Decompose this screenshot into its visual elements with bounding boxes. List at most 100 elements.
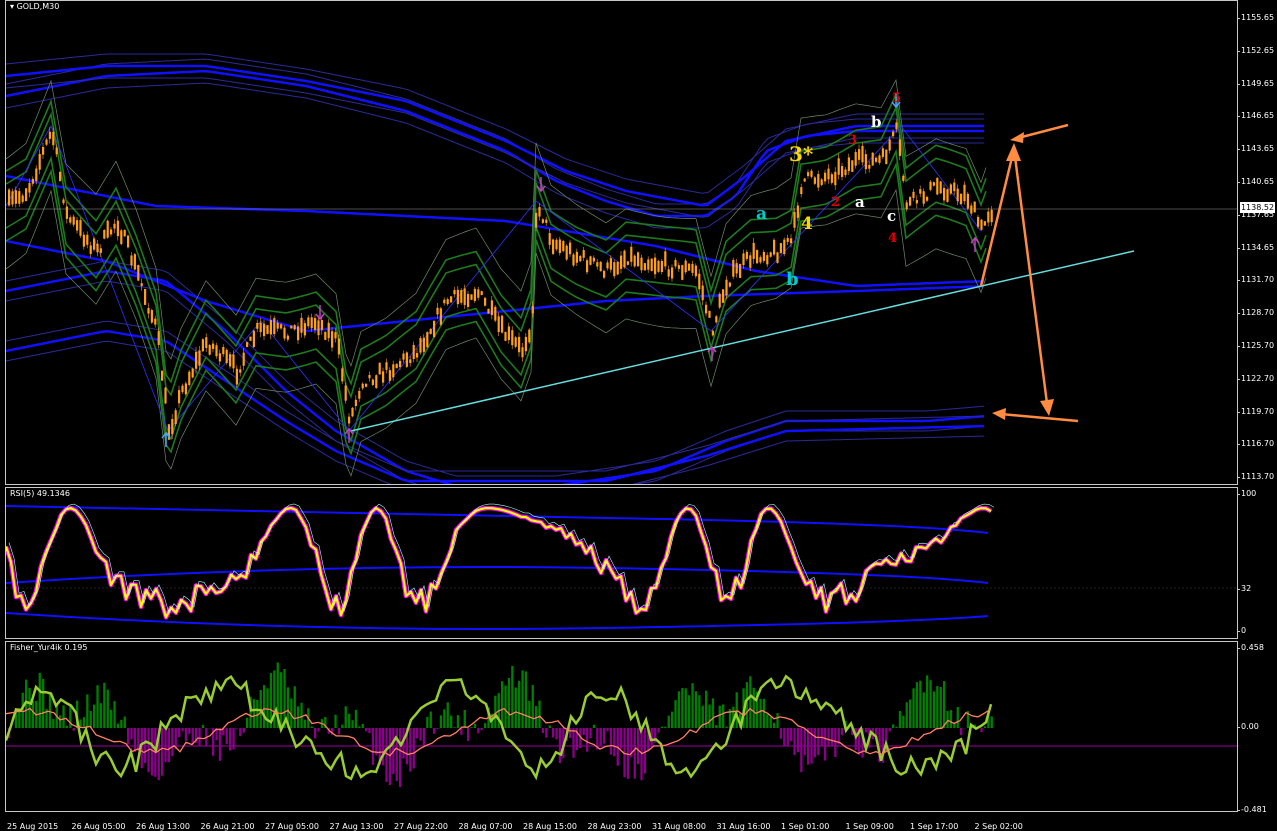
fisher-histogram-bar xyxy=(314,728,316,738)
fisher-histogram-bar xyxy=(841,728,843,735)
fisher-histogram-bar xyxy=(661,727,663,728)
candle-body xyxy=(419,338,421,353)
candle-body xyxy=(117,221,119,236)
gray-band xyxy=(6,190,986,476)
candle-body xyxy=(59,172,61,181)
fisher-histogram-bar xyxy=(960,728,962,735)
candle-body xyxy=(953,182,955,191)
price-chart-pane[interactable]: 3*4ab2345abc ▾ GOLD,M30 xyxy=(5,0,1238,485)
fisher-histogram-bar xyxy=(603,728,605,744)
candle-body xyxy=(906,202,908,209)
rsi-axis[interactable]: 100320 xyxy=(1238,487,1277,639)
fisher-histogram-bar xyxy=(569,728,571,738)
candle-body xyxy=(739,264,741,278)
candle-body xyxy=(627,261,629,265)
candle-body xyxy=(22,196,24,202)
fisher-histogram-bar xyxy=(770,717,772,728)
fisher-histogram-bar xyxy=(188,728,190,734)
projection-arrow-path xyxy=(981,149,1048,411)
candle-body xyxy=(950,184,952,193)
fisher-histogram-bar xyxy=(637,728,639,764)
candle-body xyxy=(521,347,523,357)
rsi-canvas[interactable] xyxy=(6,488,1238,639)
candle-body xyxy=(749,255,751,267)
candle-body xyxy=(579,256,581,261)
candle-body xyxy=(804,178,806,181)
fisher-axis[interactable]: 0.4580.00-0.481 xyxy=(1238,641,1277,812)
candle-body xyxy=(334,332,336,338)
candle-body xyxy=(858,149,860,160)
fisher-histogram-bar xyxy=(634,728,636,779)
candle-body xyxy=(453,290,455,294)
candle-body xyxy=(409,359,411,363)
fisher-histogram-bar xyxy=(450,716,452,728)
price-chart-canvas[interactable]: 3*4ab2345abc xyxy=(6,1,1238,485)
candle-body xyxy=(980,220,982,230)
lower-blue-band-outer-edge xyxy=(6,341,984,485)
candle-body xyxy=(525,337,527,351)
chart-title: ▾ GOLD,M30 xyxy=(10,2,59,11)
fisher-histogram-bar xyxy=(39,673,41,728)
candle-body xyxy=(501,316,503,333)
candle-body xyxy=(892,132,894,137)
fisher-histogram-bar xyxy=(419,728,421,741)
candle-body xyxy=(868,165,870,169)
fisher-histogram-bar xyxy=(559,728,561,763)
fisher-pane[interactable]: Fisher_Yur4ik 0.195 xyxy=(5,641,1238,812)
candle-body xyxy=(583,250,585,258)
candle-body xyxy=(943,188,945,200)
fisher-histogram-bar xyxy=(705,691,707,728)
fisher-histogram-bar xyxy=(902,716,904,728)
candle-body xyxy=(202,339,204,351)
price-tick-label: 1119.70 xyxy=(1241,407,1274,416)
time-tick-label: 28 Aug 07:00 xyxy=(459,822,513,831)
candle-body xyxy=(266,325,268,334)
candle-body xyxy=(600,262,602,271)
fisher-histogram-bar xyxy=(66,726,68,728)
fisher-histogram-bar xyxy=(32,701,34,728)
candle-body xyxy=(637,252,639,266)
fisher-histogram-bar xyxy=(198,728,200,746)
fisher-histogram-bar xyxy=(773,723,775,728)
fisher-histogram-bar xyxy=(790,728,792,741)
fisher-histogram-bar xyxy=(86,694,88,728)
candle-body xyxy=(467,294,469,307)
candle-body xyxy=(270,320,272,334)
candle-body xyxy=(780,243,782,253)
candle-body xyxy=(753,243,755,259)
fisher-histogram-bar xyxy=(695,691,697,728)
candle-body xyxy=(987,212,989,223)
candle-body xyxy=(32,179,34,184)
price-axis[interactable]: 1155.651152.651149.651146.651143.651140.… xyxy=(1238,0,1277,485)
mid-blue-line xyxy=(6,176,984,286)
rsi-pane[interactable]: RSI(5) 49.1346 xyxy=(5,487,1238,639)
fisher-histogram-bar xyxy=(372,728,374,765)
fisher-histogram-bar xyxy=(430,712,432,728)
candle-body xyxy=(963,185,965,201)
fisher-histogram-bar xyxy=(236,728,238,729)
fisher-histogram-bar xyxy=(552,728,554,738)
gray-band xyxy=(6,80,986,366)
symbol-timeframe-label: GOLD,M30 xyxy=(17,2,60,11)
fisher-histogram-bar xyxy=(107,690,109,728)
fisher-histogram-bar xyxy=(725,727,727,728)
wave-label: b xyxy=(871,113,882,131)
candle-body xyxy=(120,230,122,244)
fisher-histogram-bar xyxy=(783,728,785,746)
candle-body xyxy=(572,254,574,265)
fisher-histogram-bar xyxy=(800,728,802,772)
fisher-histogram-bar xyxy=(929,680,931,728)
candle-body xyxy=(817,174,819,188)
candle-body xyxy=(385,362,387,370)
fisher-tick-label: 0.00 xyxy=(1241,722,1259,731)
candle-body xyxy=(205,337,207,348)
candle-body xyxy=(215,345,217,356)
fisher-histogram-bar xyxy=(749,676,751,728)
time-axis[interactable]: 25 Aug 201526 Aug 05:0026 Aug 13:0026 Au… xyxy=(5,812,1238,828)
candle-body xyxy=(991,210,993,222)
candle-body xyxy=(552,240,554,254)
candle-body xyxy=(290,325,292,328)
candle-body xyxy=(457,290,459,304)
fisher-canvas[interactable] xyxy=(6,642,1238,812)
fisher-histogram-bar xyxy=(171,728,173,756)
